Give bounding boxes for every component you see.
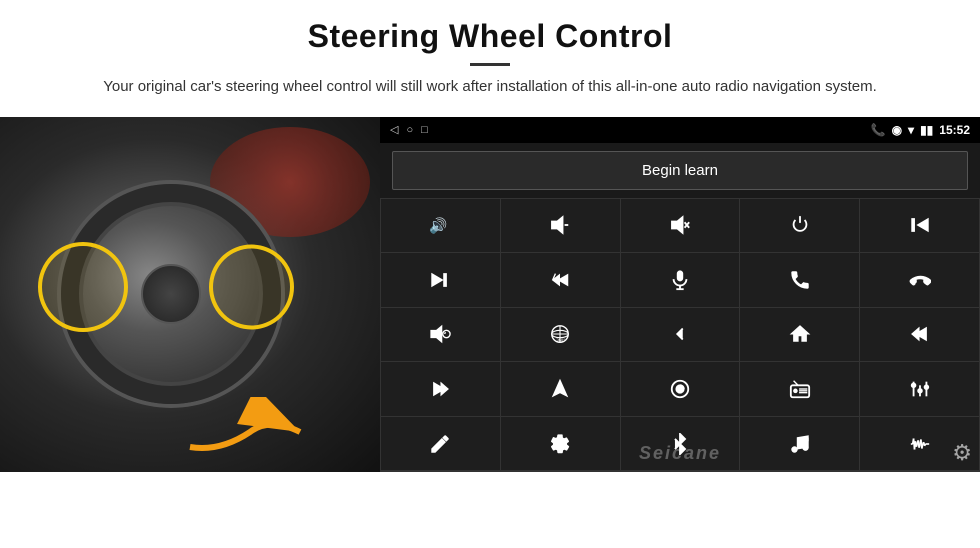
phone-icon: 📞 xyxy=(871,123,886,137)
android-panel: ◁ ○ □ 📞 ◉ ▾ ▮▮ 15:52 Begin learn xyxy=(380,117,980,472)
svg-text:360°: 360° xyxy=(557,338,566,343)
right-button-highlight xyxy=(209,244,294,329)
steering-bg xyxy=(0,117,380,472)
content-area: ◁ ○ □ 📞 ◉ ▾ ▮▮ 15:52 Begin learn xyxy=(0,117,980,548)
speaker-button[interactable] xyxy=(381,308,500,362)
settings-gear-icon[interactable]: ⚙ xyxy=(952,440,972,466)
controls-grid: 🔊 xyxy=(380,198,980,472)
battery-icon: ▮▮ xyxy=(920,123,933,137)
status-bar: ◁ ○ □ 📞 ◉ ▾ ▮▮ 15:52 xyxy=(380,117,980,143)
svg-text:🔊: 🔊 xyxy=(429,217,447,235)
vol-down-button[interactable] xyxy=(501,199,620,253)
navigate-button[interactable] xyxy=(501,362,620,416)
location-icon: ◉ xyxy=(892,123,902,137)
steering-wheel-image xyxy=(0,117,380,472)
begin-learn-button[interactable]: Begin learn xyxy=(392,151,968,190)
mic-button[interactable] xyxy=(621,253,740,307)
music-button[interactable] xyxy=(740,417,859,471)
page-wrapper: Steering Wheel Control Your original car… xyxy=(0,0,980,548)
page-title: Steering Wheel Control xyxy=(60,18,920,55)
begin-learn-row: Begin learn xyxy=(380,143,980,198)
direction-arrow xyxy=(180,397,280,447)
back-nav-button[interactable] xyxy=(621,308,740,362)
subtitle-text: Your original car's steering wheel contr… xyxy=(80,76,900,99)
next-chapter-button[interactable] xyxy=(381,362,500,416)
wifi-icon: ▾ xyxy=(908,123,914,137)
steering-wheel-center xyxy=(141,264,201,324)
status-bar-left: ◁ ○ □ xyxy=(390,123,428,136)
prev-chapter-button[interactable] xyxy=(860,308,979,362)
equalizer-button[interactable] xyxy=(860,362,979,416)
mute-button[interactable] xyxy=(621,199,740,253)
status-time: 15:52 xyxy=(939,123,970,137)
prev-track-button[interactable] xyxy=(860,199,979,253)
skip-forward-button[interactable] xyxy=(381,253,500,307)
pen-button[interactable] xyxy=(381,417,500,471)
header-section: Steering Wheel Control Your original car… xyxy=(0,0,980,107)
bluetooth-button[interactable] xyxy=(621,417,740,471)
home-nav-button[interactable] xyxy=(740,308,859,362)
hang-up-button[interactable] xyxy=(860,253,979,307)
home-circle-icon: ○ xyxy=(406,124,413,136)
360-cam-button[interactable]: 360° xyxy=(501,308,620,362)
title-divider xyxy=(470,63,510,66)
skip-backward-button[interactable] xyxy=(501,253,620,307)
source-button[interactable] xyxy=(621,362,740,416)
radio-button[interactable] xyxy=(740,362,859,416)
phone-call-button[interactable] xyxy=(740,253,859,307)
status-bar-right: 📞 ◉ ▾ ▮▮ 15:52 xyxy=(871,123,970,137)
vol-up-button[interactable]: 🔊 xyxy=(381,199,500,253)
settings2-button[interactable] xyxy=(501,417,620,471)
recents-icon: □ xyxy=(421,124,428,136)
power-button[interactable] xyxy=(740,199,859,253)
back-icon: ◁ xyxy=(390,123,398,136)
left-button-highlight xyxy=(38,242,128,332)
